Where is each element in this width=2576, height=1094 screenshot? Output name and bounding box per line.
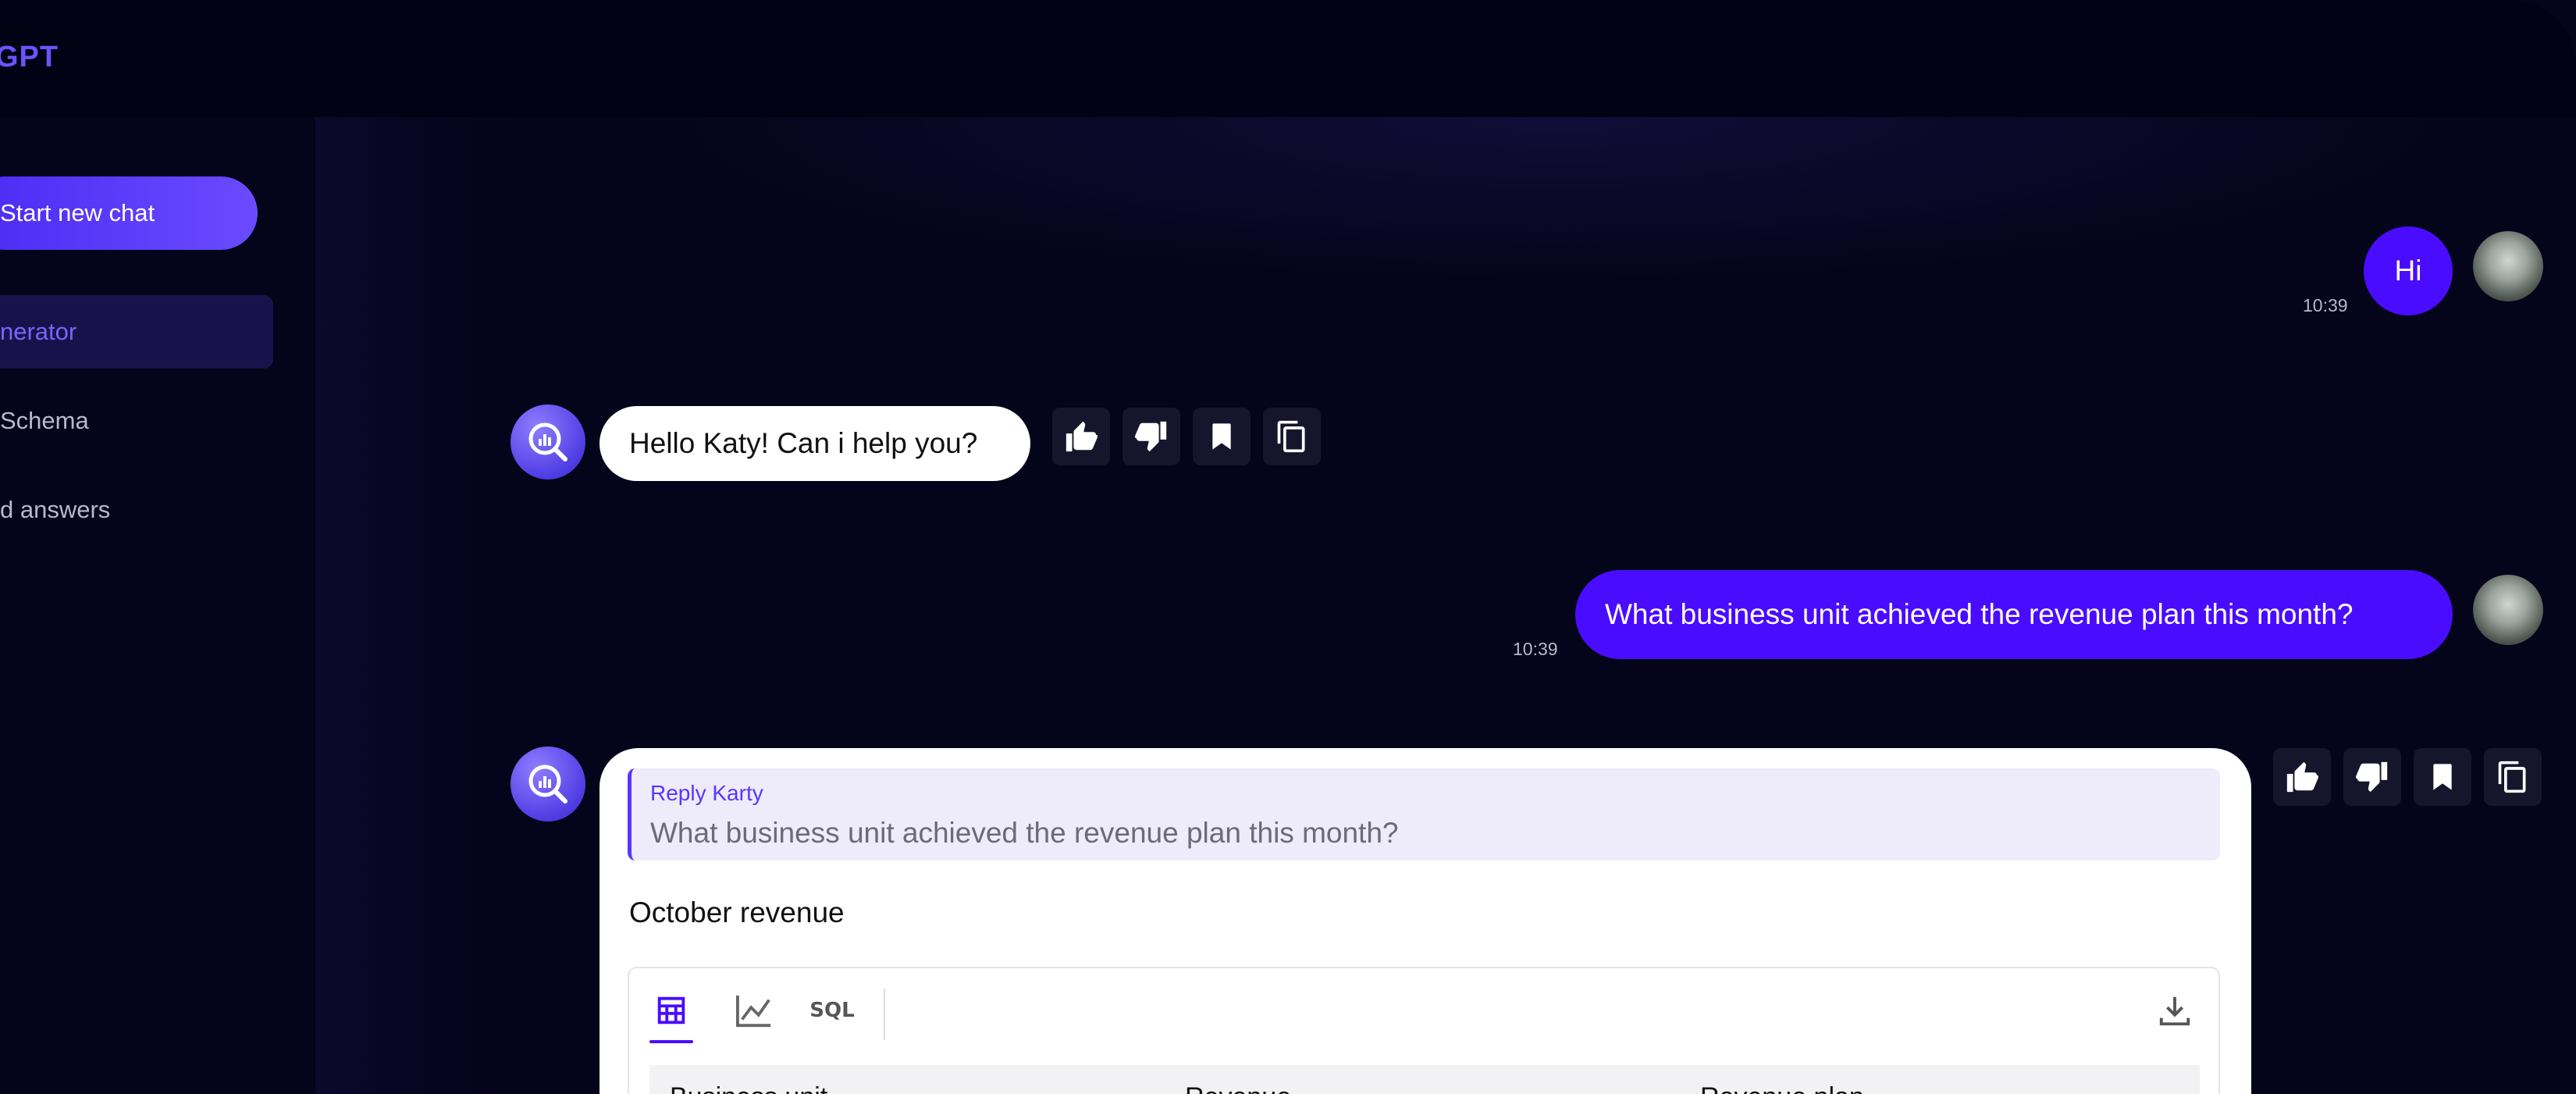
- tab-divider: [884, 989, 885, 1040]
- reply-label: Reply Karty: [650, 781, 763, 805]
- sidebar-item-generator[interactable]: nerator: [0, 295, 273, 369]
- sidebar: Start new chat nerator Schema d answers: [0, 117, 315, 1094]
- sidebar-item-label: d answers: [0, 496, 111, 523]
- copy-button[interactable]: [1263, 408, 1321, 465]
- brand-logo[interactable]: GPT: [0, 41, 59, 74]
- user-message-bubble: Hi: [2364, 226, 2453, 315]
- message-actions: [2273, 748, 2542, 806]
- reply-quote[interactable]: Reply Karty What business unit achieved …: [628, 768, 2220, 861]
- thumbs-up-icon: [2286, 761, 2318, 793]
- app-window: GPT Start new chat nerator Schema d answ…: [0, 0, 2576, 1094]
- message-text: What business unit achieved the revenue …: [1605, 598, 2354, 630]
- tab-sql[interactable]: SQL: [809, 987, 856, 1034]
- copy-icon: [1277, 420, 1305, 453]
- user-message-bubble: What business unit achieved the revenue …: [1575, 570, 2453, 659]
- bookmark-button[interactable]: [1193, 408, 1251, 465]
- column-header[interactable]: Business unit: [670, 1082, 827, 1094]
- sidebar-item-schema[interactable]: Schema: [0, 384, 273, 458]
- message-time: 10:39: [1513, 639, 1558, 659]
- bot-avatar: [511, 404, 585, 479]
- copy-icon: [2498, 761, 2526, 793]
- download-button[interactable]: [2151, 987, 2198, 1034]
- active-tab-indicator: [649, 1040, 693, 1043]
- bot-avatar: [511, 747, 585, 821]
- table-header-row: Business unit Revenue Revenue plan: [649, 1065, 2200, 1094]
- result-panel: SQL Business unit Revenue Revenue plan: [628, 967, 2220, 1094]
- column-header[interactable]: Revenue plan: [1700, 1082, 1864, 1094]
- top-bar: GPT: [0, 0, 2576, 117]
- download-icon: [2159, 996, 2190, 1026]
- bookmark-icon: [1212, 423, 1231, 450]
- thumbs-down-icon: [2356, 761, 2388, 793]
- chart-line-icon: [736, 995, 771, 1028]
- copy-button[interactable]: [2484, 748, 2542, 806]
- answer-title: October revenue: [629, 896, 845, 928]
- sidebar-item-saved-answers[interactable]: d answers: [0, 473, 273, 547]
- message-actions: [1052, 408, 1321, 465]
- sidebar-item-label: nerator: [0, 318, 77, 345]
- bookmark-icon: [2433, 764, 2452, 790]
- chat-area: 10:39 Hi Hello Katy! Can i help you? 10:…: [315, 117, 2576, 1094]
- start-new-chat-button[interactable]: Start new chat: [0, 176, 258, 250]
- analytics-search-icon: [528, 764, 568, 804]
- user-avatar[interactable]: [2473, 575, 2543, 645]
- message-time: 10:39: [2303, 295, 2348, 315]
- thumbs-down-icon: [1135, 421, 1167, 452]
- tab-chart[interactable]: [731, 987, 777, 1034]
- sidebar-item-label: Schema: [0, 407, 89, 434]
- user-avatar[interactable]: [2473, 231, 2543, 301]
- column-header[interactable]: Revenue: [1185, 1082, 1291, 1094]
- reply-text: What business unit achieved the revenue …: [650, 817, 1399, 849]
- bot-message-bubble: Hello Katy! Can i help you?: [600, 406, 1030, 481]
- tab-table[interactable]: [648, 987, 695, 1034]
- thumbs-up-icon: [1066, 421, 1098, 452]
- bot-answer-card: Reply Karty What business unit achieved …: [600, 748, 2251, 1094]
- thumbs-down-button[interactable]: [2343, 748, 2401, 806]
- message-text: Hi: [2394, 255, 2422, 287]
- analytics-search-icon: [528, 422, 568, 461]
- thumbs-down-button[interactable]: [1123, 408, 1180, 465]
- table-icon: [657, 996, 685, 1025]
- thumbs-up-button[interactable]: [2273, 748, 2331, 806]
- thumbs-up-button[interactable]: [1052, 408, 1110, 465]
- bookmark-button[interactable]: [2414, 748, 2471, 806]
- message-text: Hello Katy! Can i help you?: [629, 427, 978, 459]
